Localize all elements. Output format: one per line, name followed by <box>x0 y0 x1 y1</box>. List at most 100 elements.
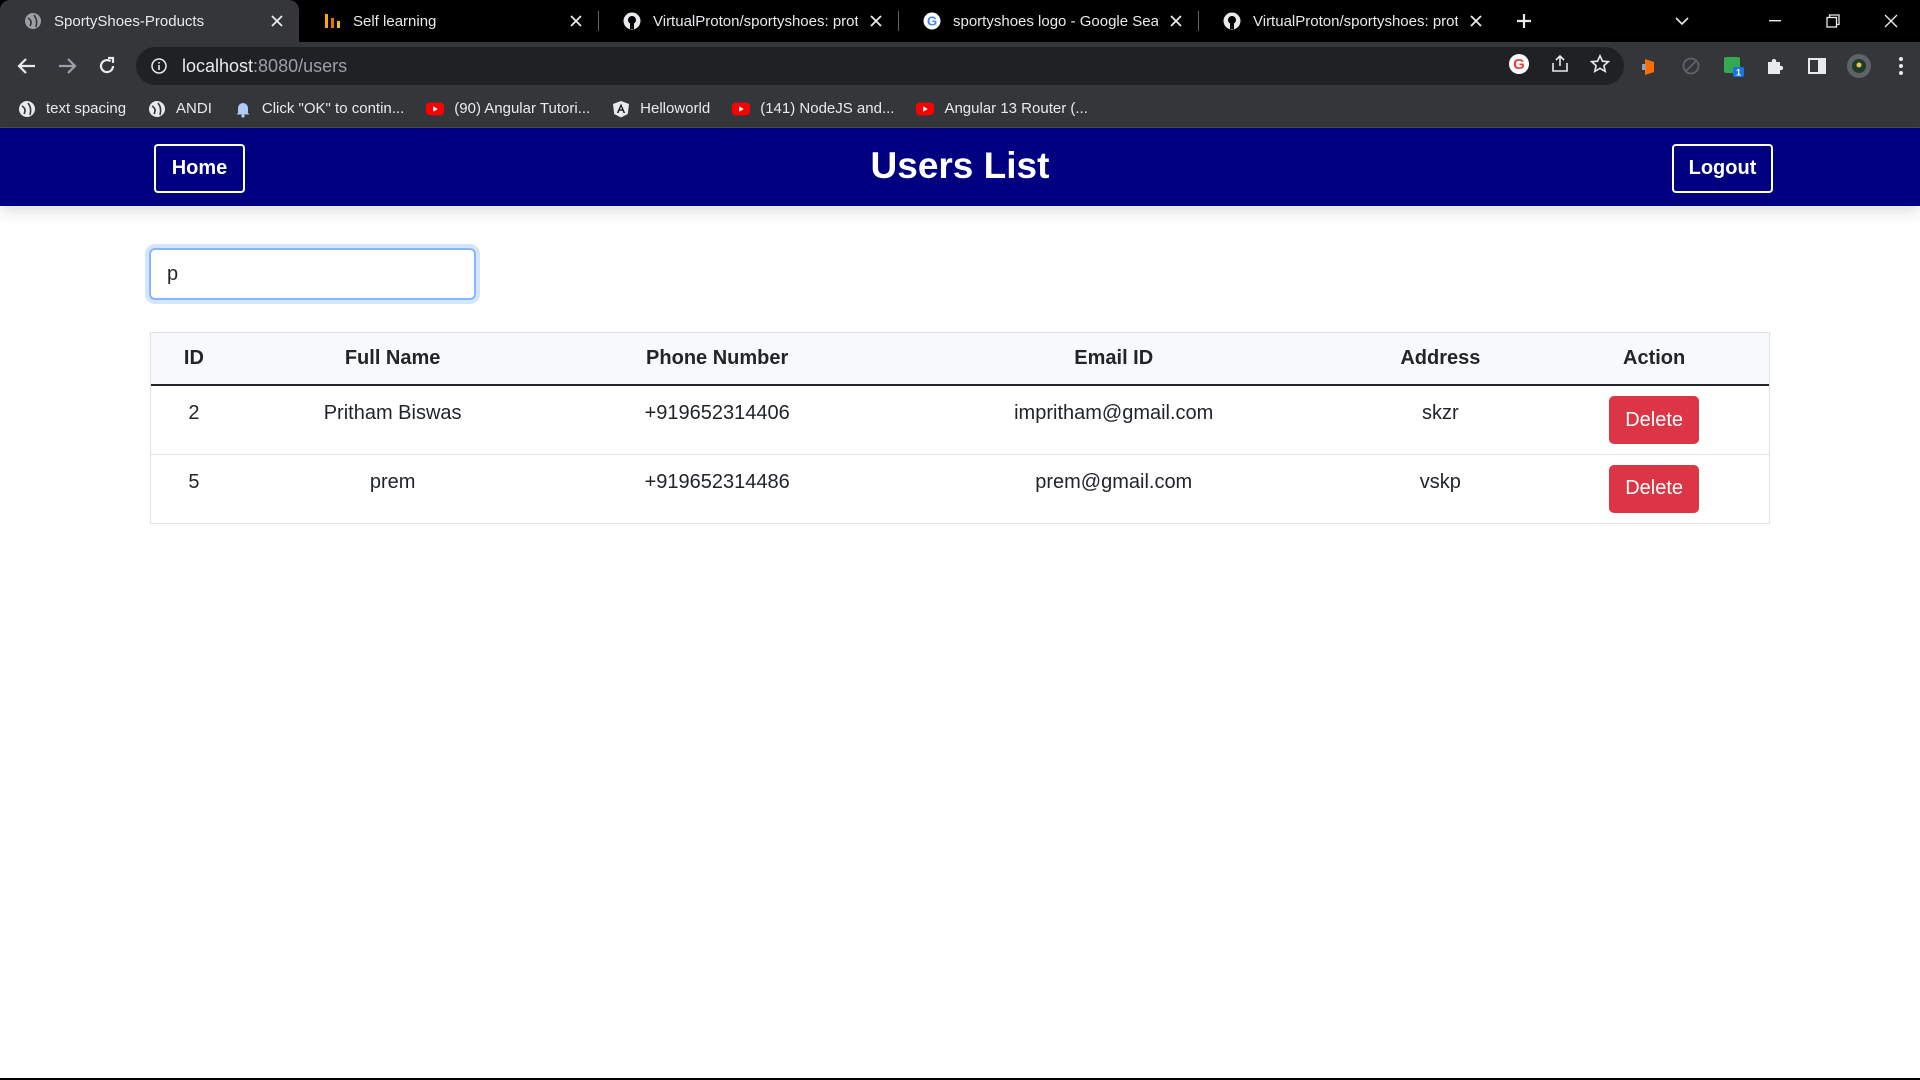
cell-email: prem@gmail.com <box>1035 470 1193 493</box>
tab-google-search[interactable]: G sportyshoes logo - Google Searc <box>899 0 1198 42</box>
url-path: :8080/users <box>253 55 348 76</box>
cell-action: Delete <box>1539 385 1769 455</box>
tab-github-2[interactable]: VirtualProton/sportyshoes: proto <box>1199 0 1498 42</box>
globe-icon <box>148 100 166 118</box>
bookmark-helloworld[interactable]: Helloworld <box>612 100 710 118</box>
home-button[interactable]: Home <box>154 144 245 193</box>
extension-disabled-icon[interactable] <box>1678 53 1704 79</box>
cell-email: impritham@gmail.com <box>885 385 1342 455</box>
bookmark-label: (90) Angular Tutori... <box>454 100 591 117</box>
tab-title: VirtualProton/sportyshoes: proto <box>653 12 858 30</box>
close-icon[interactable] <box>1166 11 1186 31</box>
delete-button[interactable]: Delete <box>1609 464 1700 513</box>
side-panel-icon[interactable] <box>1804 53 1830 79</box>
github-icon <box>623 12 641 30</box>
address-bar[interactable]: localhost:8080/users G <box>136 47 1624 85</box>
tab-search-chevron-icon[interactable] <box>1662 0 1702 42</box>
cell-phone: +919652314406 <box>548 385 886 455</box>
tab-title: SportyShoes-Products <box>54 12 205 30</box>
puzzle-icon[interactable] <box>1762 53 1788 79</box>
tab-title: sportyshoes logo - Google Searc <box>953 12 1158 30</box>
bookmark-click-ok[interactable]: Click "OK" to contin... <box>234 100 404 118</box>
profile-avatar-icon[interactable] <box>1846 53 1872 79</box>
column-header-id: ID <box>151 333 237 386</box>
globe-icon <box>24 12 42 30</box>
cell-id: 5 <box>188 470 200 493</box>
close-window-icon[interactable] <box>1862 0 1920 42</box>
cell-phone: +919652314486 <box>644 470 790 493</box>
table-row: 2 Pritham Biswas +919652314406 impritham… <box>151 385 1769 455</box>
svg-text:G: G <box>1513 56 1525 73</box>
bookmark-andi[interactable]: ANDI <box>148 100 212 118</box>
github-icon <box>1223 12 1241 30</box>
window-controls <box>1746 0 1920 42</box>
bookmarks-bar: text spacing ANDI Click "OK" to contin..… <box>0 90 1920 128</box>
bookmark-label: text spacing <box>46 100 127 117</box>
bell-icon <box>234 100 252 118</box>
tab-sportyshoes-products[interactable]: SportyShoes-Products <box>0 0 299 42</box>
tab-strip: SportyShoes-Products Self learning Virtu… <box>0 0 1920 42</box>
column-header-full-name: Full Name <box>236 333 549 386</box>
close-icon[interactable] <box>566 11 586 31</box>
cell-full-name: prem <box>369 470 416 493</box>
address-bar-actions: G <box>1508 47 1611 85</box>
back-arrow-icon[interactable] <box>7 46 47 86</box>
delete-button[interactable]: Delete <box>1609 396 1700 444</box>
tab-title: Self learning <box>353 12 437 30</box>
minimize-icon[interactable] <box>1746 0 1804 42</box>
app-navbar: Users List Home Logout <box>0 128 1920 206</box>
close-icon[interactable] <box>1466 11 1486 31</box>
close-icon[interactable] <box>267 11 287 31</box>
page-content: Users List Home Logout ID Full Name Phon… <box>0 128 1920 1080</box>
cell-address: skzr <box>1341 385 1540 455</box>
close-icon[interactable] <box>866 11 886 31</box>
svg-text:1: 1 <box>1736 68 1741 78</box>
bookmark-nodejs[interactable]: (141) NodeJS and... <box>732 100 894 118</box>
table-header-row: ID Full Name Phone Number Email ID Addre… <box>151 333 1769 386</box>
bookmark-star-icon[interactable] <box>1589 53 1611 79</box>
bookmark-label: ANDI <box>176 100 212 117</box>
more-vert-icon[interactable] <box>1888 53 1914 79</box>
url-host: localhost <box>182 55 254 76</box>
cell-action: Delete <box>1539 454 1769 523</box>
users-table: ID Full Name Phone Number Email ID Addre… <box>150 332 1770 524</box>
extension-orange-icon[interactable] <box>1636 53 1662 79</box>
youtube-icon <box>916 100 935 118</box>
bookmark-label: Angular 13 Router (... <box>944 100 1088 117</box>
info-icon[interactable] <box>150 57 168 75</box>
svg-text:G: G <box>927 14 937 29</box>
column-header-address: Address <box>1341 333 1540 386</box>
bookmark-angular-tutorial[interactable]: (90) Angular Tutori... <box>426 100 590 118</box>
cell-id: 2 <box>151 385 237 455</box>
google-icon: G <box>923 12 941 30</box>
tab-self-learning[interactable]: Self learning <box>299 0 598 42</box>
bookmark-label: Helloworld <box>640 100 711 117</box>
restore-icon[interactable] <box>1804 0 1862 42</box>
globe-icon <box>18 100 36 118</box>
column-header-action: Action <box>1539 333 1769 386</box>
cell-address: vskp <box>1419 470 1461 493</box>
share-icon[interactable] <box>1550 54 1570 79</box>
reload-icon[interactable] <box>87 46 127 86</box>
column-header-phone: Phone Number <box>548 333 886 386</box>
angular-icon <box>612 100 630 118</box>
extensions-area: 1 <box>1636 46 1914 86</box>
new-tab-button[interactable] <box>1506 0 1542 42</box>
bookmark-text-spacing[interactable]: text spacing <box>18 100 126 118</box>
page-title: Users List <box>870 145 1050 186</box>
youtube-icon <box>732 100 751 118</box>
search-input[interactable] <box>149 248 476 300</box>
extension-green-badge-icon[interactable]: 1 <box>1720 53 1746 79</box>
bookmark-label: Click "OK" to contin... <box>261 100 405 117</box>
tab-title: VirtualProton/sportyshoes: proto <box>1253 12 1458 30</box>
table-row: 5 prem +919652314486 prem@gmail.com vskp… <box>151 454 1769 523</box>
bookmark-angular-router[interactable]: Angular 13 Router (... <box>916 100 1088 118</box>
logout-button[interactable]: Logout <box>1672 144 1773 193</box>
tab-github-1[interactable]: VirtualProton/sportyshoes: proto <box>599 0 898 42</box>
cell-full-name: Pritham Biswas <box>236 385 549 455</box>
google-lens-icon[interactable]: G <box>1508 53 1530 80</box>
bookmark-label: (141) NodeJS and... <box>760 100 895 117</box>
browser-toolbar: localhost:8080/users G 1 <box>0 42 1920 90</box>
chart-bars-icon <box>323 12 341 30</box>
forward-arrow-icon[interactable] <box>47 46 87 86</box>
